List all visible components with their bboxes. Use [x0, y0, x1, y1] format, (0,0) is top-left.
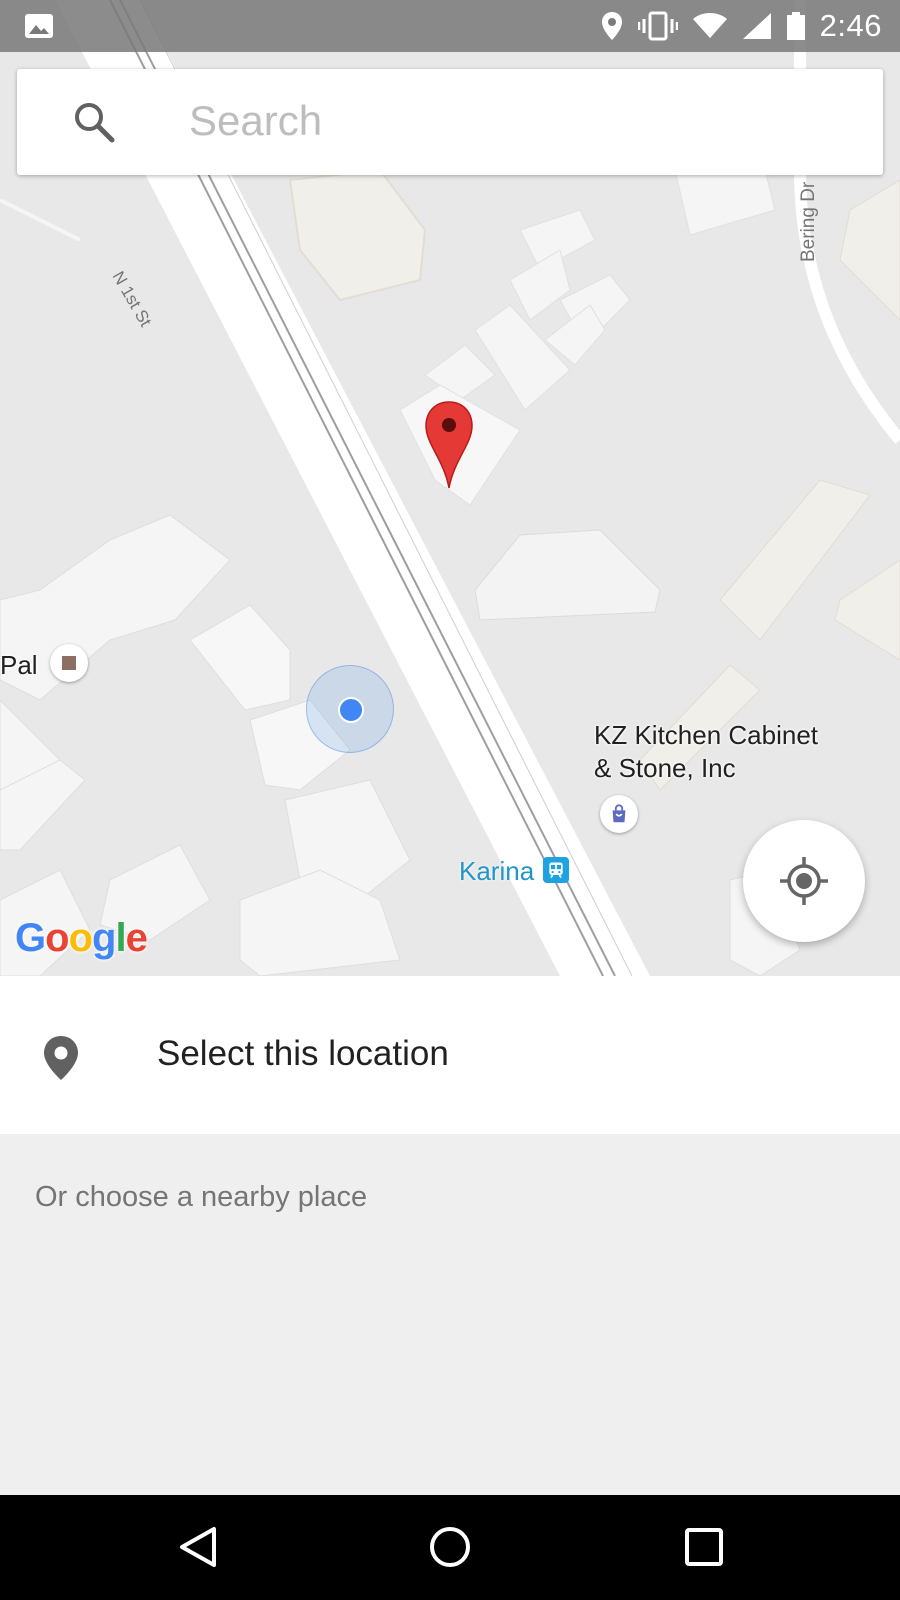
place-label-karina[interactable]: Karina: [459, 856, 534, 887]
location-icon: [601, 12, 622, 40]
signal-icon: [742, 13, 771, 39]
train-icon[interactable]: [543, 857, 569, 883]
recents-icon[interactable]: [676, 1519, 732, 1575]
image-icon: [25, 14, 53, 38]
poi-marker-kz-kitchen[interactable]: [600, 795, 638, 833]
home-icon[interactable]: [422, 1519, 478, 1575]
street-label-bering: Bering Dr: [798, 181, 819, 262]
search-bar[interactable]: [17, 69, 883, 175]
place-label-kz-line1: KZ Kitchen Cabinet: [594, 720, 819, 750]
poi-square-icon: [62, 656, 76, 670]
location-pin-icon: [44, 1036, 78, 1080]
search-icon[interactable]: [73, 101, 115, 143]
selected-location-pin-icon[interactable]: [424, 400, 474, 490]
nearby-places-heading: Or choose a nearby place: [35, 1181, 368, 1213]
place-label-pal[interactable]: Pal: [0, 649, 38, 682]
poi-marker-pal[interactable]: [50, 644, 88, 682]
place-label-kz-line2: & Stone, Inc: [594, 753, 736, 783]
place-label-kz-kitchen[interactable]: KZ Kitchen Cabinet & Stone, Inc: [594, 719, 818, 785]
wifi-icon: [692, 13, 727, 38]
status-bar: 2:46: [0, 0, 900, 52]
status-time: 2:46: [819, 8, 882, 43]
select-this-location-button[interactable]: Select this location: [0, 976, 900, 1134]
shopping-bag-icon: [612, 804, 626, 823]
back-icon[interactable]: [172, 1519, 228, 1575]
nearby-places-section: Or choose a nearby place: [0, 1134, 900, 1495]
battery-icon: [786, 12, 805, 40]
crosshair-icon: [780, 857, 828, 905]
navigation-bar: [0, 1495, 900, 1600]
select-this-location-label: Select this location: [157, 1034, 449, 1073]
vibrate-icon: [637, 11, 678, 41]
my-location-button[interactable]: [743, 820, 865, 942]
google-logo: Google: [15, 916, 148, 960]
search-input[interactable]: [189, 91, 849, 151]
my-location-dot: [306, 665, 394, 753]
